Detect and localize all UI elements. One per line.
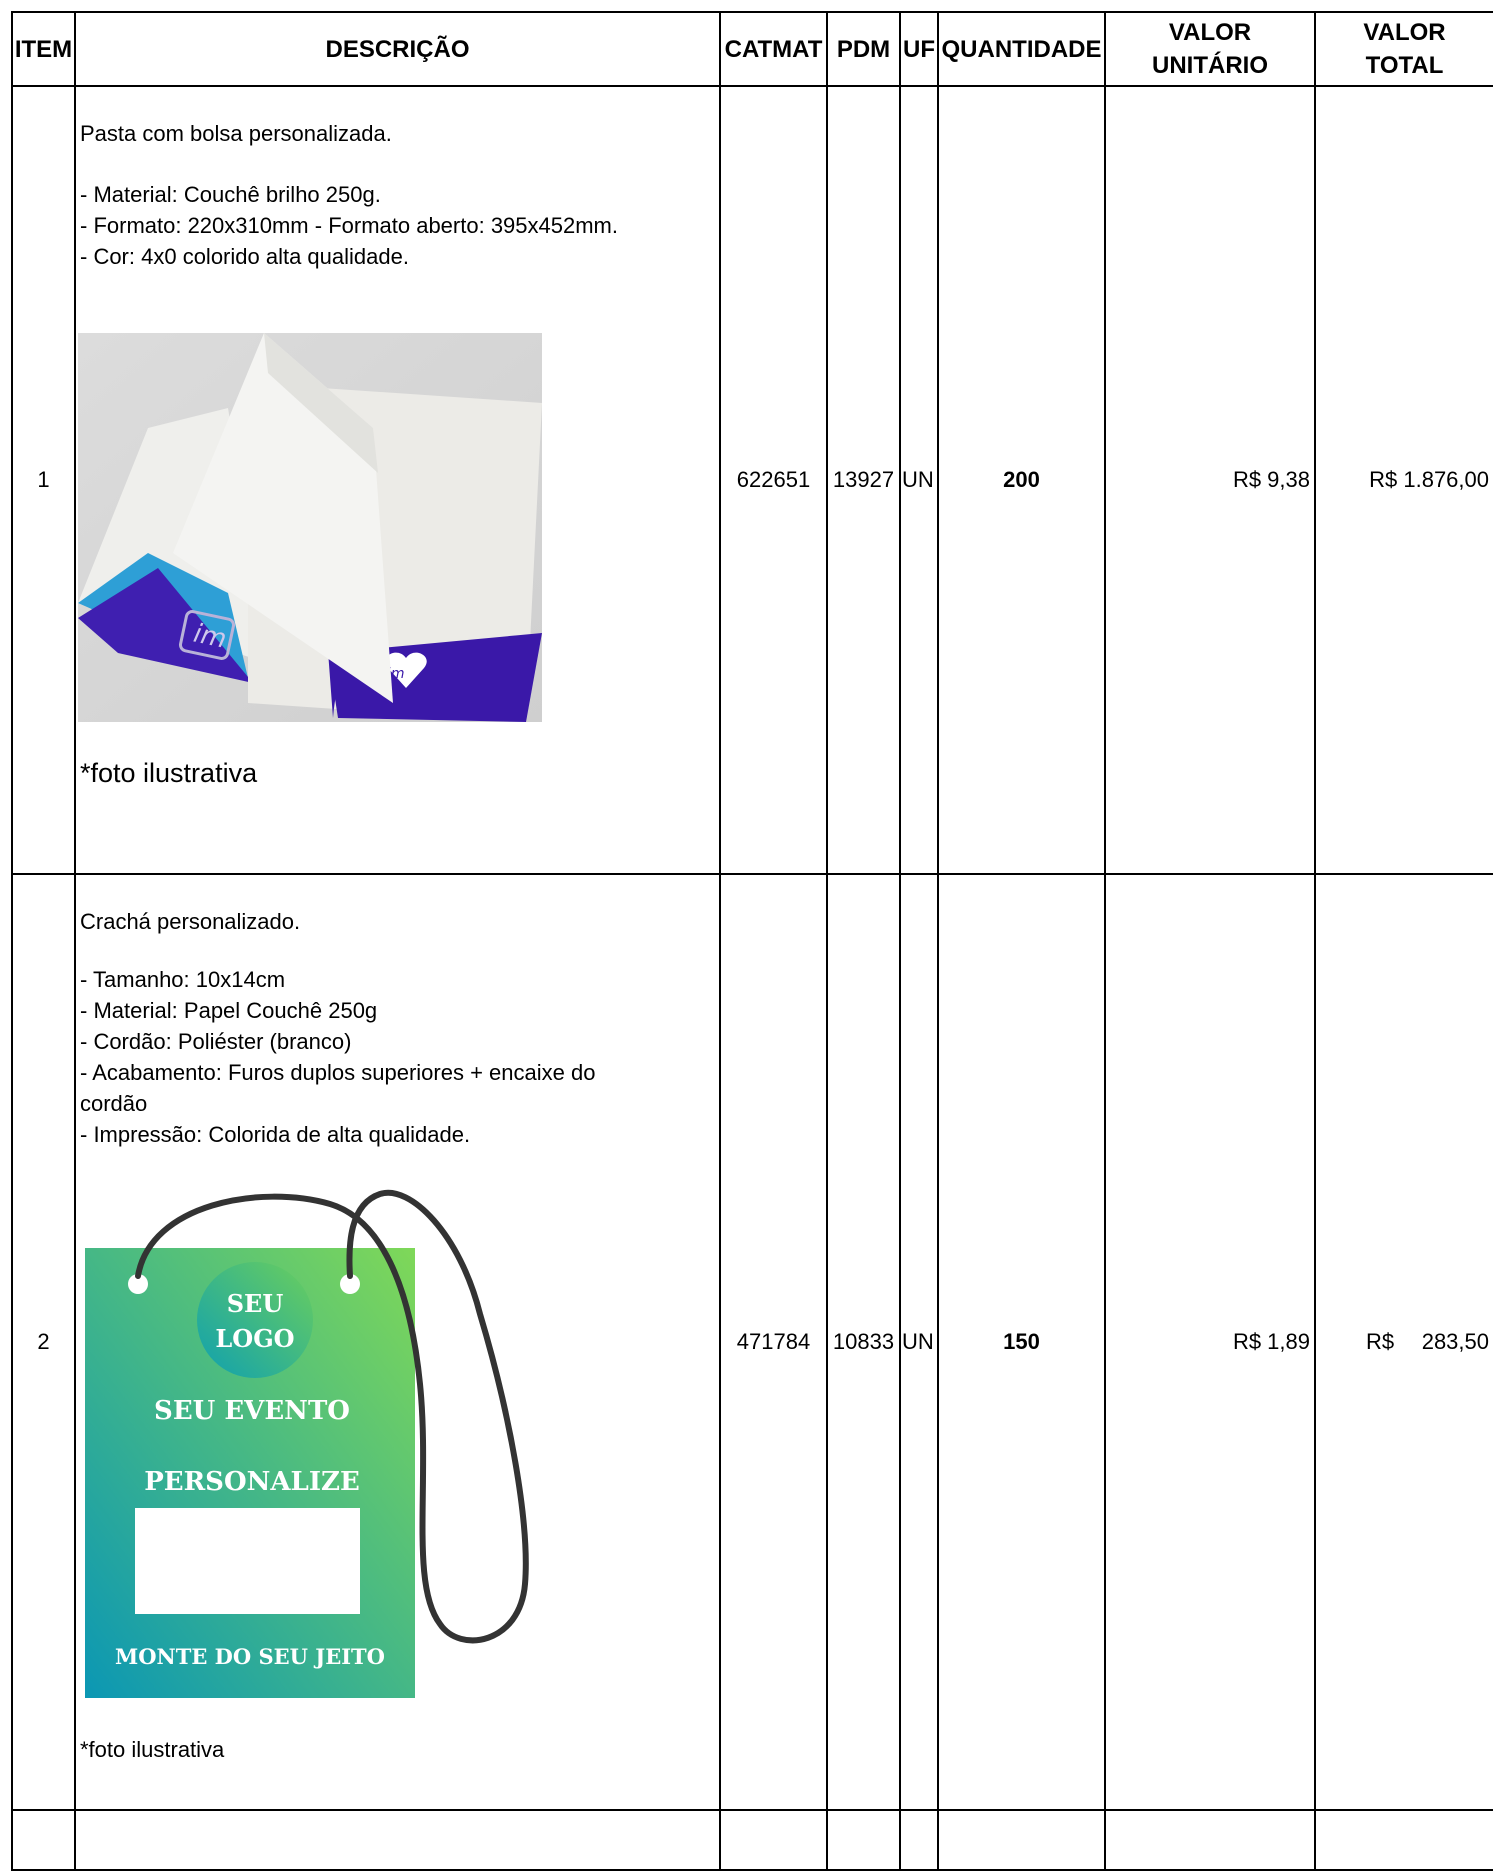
quantidade-cell: 200 — [937, 85, 1106, 875]
spec-line: - Formato: 220x310mm - Formato aberto: 3… — [80, 213, 618, 238]
valor-unitario-cell: R$ 1,89 — [1104, 873, 1316, 1811]
photo-caption: *foto ilustrativa — [80, 1737, 225, 1762]
table-row: 1 Pasta com bolsa personalizada. - Mater… — [11, 85, 1493, 875]
valor-total-cell: R$ 283,50 — [1314, 873, 1493, 1811]
description-cell: Crachá personalizado. - Tamanho: 10x14cm… — [74, 873, 721, 1811]
header-pdm: PDM — [826, 11, 901, 87]
spec-line: - Tamanho: 10x14cm — [80, 967, 286, 992]
header-valor-total: VALOR TOTAL — [1314, 11, 1493, 87]
photo-caption: *foto ilustrativa — [80, 758, 258, 788]
description-title: Crachá personalizado. — [80, 909, 301, 934]
catmat-cell: 622651 — [719, 85, 828, 875]
valor-unitario-cell: R$ 9,38 — [1104, 85, 1316, 875]
svg-text:LOGO: LOGO — [215, 1324, 294, 1353]
spec-line: - Impressão: Colorida de alta qualidade. — [80, 1122, 471, 1147]
spec-line: - Acabamento: Furos duplos superiores + … — [80, 1060, 596, 1085]
header-uf: UF — [899, 11, 939, 87]
header-item: ITEM — [11, 11, 76, 87]
uf-cell: UN — [899, 85, 939, 875]
header-valor-unitario: VALOR UNITÁRIO — [1104, 11, 1316, 87]
svg-text:MONTE DO SEU JEITO: MONTE DO SEU JEITO — [115, 1644, 385, 1669]
spec-line: - Material: Couchê brilho 250g. — [80, 182, 381, 207]
pdm-cell: 13927 — [826, 85, 901, 875]
items-table: ITEM DESCRIÇÃO CATMAT PDM UF QUANTIDADE … — [11, 11, 1493, 1871]
svg-text:PERSONALIZE: PERSONALIZE — [144, 1467, 360, 1497]
catmat-cell: 471784 — [719, 873, 828, 1811]
header-catmat: CATMAT — [719, 11, 828, 87]
table-row: 2 Crachá personalizado. - Tamanho: 10x14… — [11, 873, 1493, 1811]
quantidade-cell: 150 — [937, 873, 1106, 1811]
pdm-cell: 10833 — [826, 873, 901, 1811]
valor-total-cell: R$ 1.876,00 — [1314, 85, 1493, 875]
description-cell: Pasta com bolsa personalizada. - Materia… — [74, 85, 721, 875]
svg-text:SEU: SEU — [227, 1289, 284, 1318]
item-number: 2 — [11, 873, 76, 1811]
spec-line: - Material: Papel Couchê 250g — [80, 998, 378, 1023]
svg-text:SEU EVENTO: SEU EVENTO — [154, 1396, 350, 1426]
spec-line: cordão — [80, 1091, 148, 1116]
spec-line: - Cor: 4x0 colorido alta qualidade. — [80, 244, 409, 269]
item-number: 1 — [11, 85, 76, 875]
spec-line: - Cordão: Poliéster (branco) — [80, 1029, 352, 1054]
uf-cell: UN — [899, 873, 939, 1811]
table-row — [11, 1809, 1493, 1871]
header-descricao: DESCRIÇÃO — [74, 11, 721, 87]
badge-illustration: SEU LOGO SEU EVENTO PERSONALIZE MONTE DO… — [85, 1189, 529, 1698]
header-row: ITEM DESCRIÇÃO CATMAT PDM UF QUANTIDADE … — [11, 11, 1493, 87]
folder-illustration: im im — [78, 333, 542, 722]
description-title: Pasta com bolsa personalizada. — [80, 121, 392, 146]
header-quantidade: QUANTIDADE — [937, 11, 1106, 87]
